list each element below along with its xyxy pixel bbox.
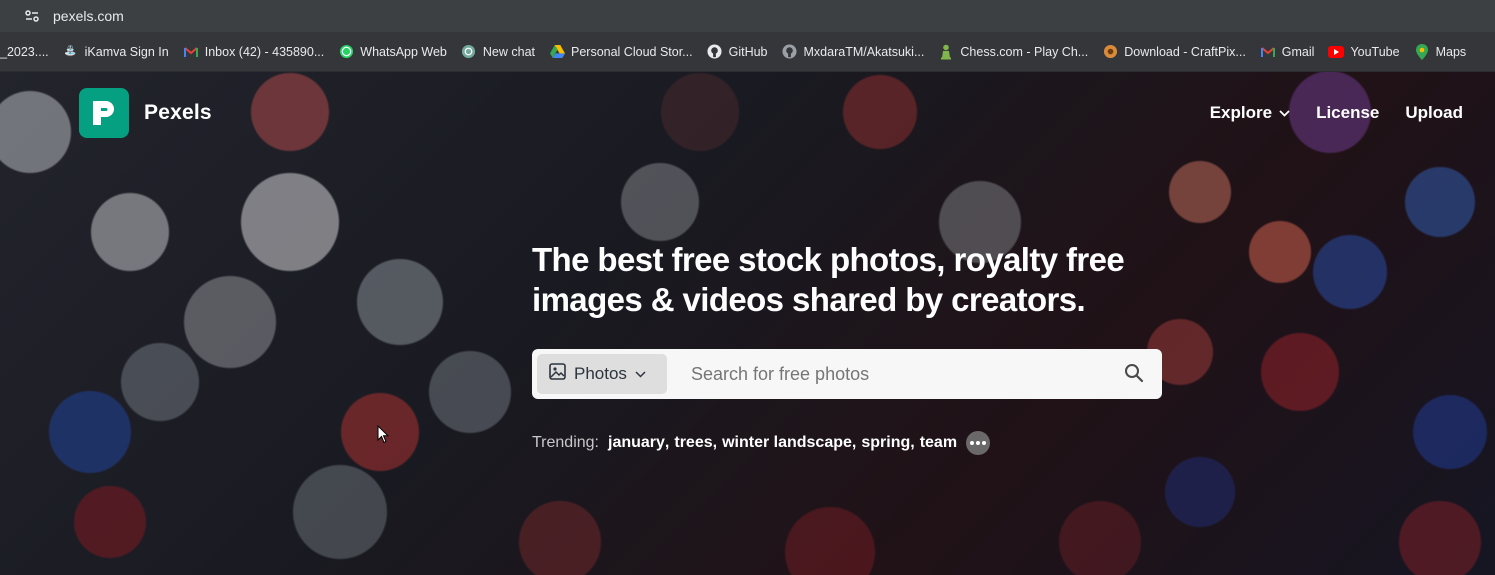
maps-icon	[1414, 43, 1430, 60]
bookmark-label: WhatsApp Web	[360, 44, 447, 59]
tag-separator: ,	[910, 434, 915, 451]
site-info-icon[interactable]	[21, 5, 43, 27]
bookmark-item[interactable]: Download - CraftPix...	[1095, 38, 1253, 66]
url-text[interactable]: pexels.com	[53, 8, 124, 24]
bookmark-item[interactable]: Inbox (42) - 435890...	[176, 38, 332, 66]
bookmark-label: MxdaraTM/Akatsuki...	[803, 44, 925, 59]
search-type-label: Photos	[574, 364, 627, 383]
hero-section: Pexels Explore License Upload The best f…	[0, 72, 1495, 575]
bookmark-label: _2023....	[0, 44, 49, 59]
bookmark-label: Chess.com - Play Ch...	[960, 44, 1089, 59]
chevron-down-icon	[635, 370, 646, 378]
bookmark-label: Personal Cloud Stor...	[571, 44, 693, 59]
search-input[interactable]	[691, 363, 1091, 385]
bookmark-label: New chat	[482, 44, 535, 59]
nav-license[interactable]: License	[1316, 103, 1379, 123]
gmail-icon	[183, 44, 199, 60]
craftpix-icon	[1102, 44, 1118, 60]
address-bar: pexels.com	[0, 0, 1495, 32]
bookmark-label: Gmail	[1281, 44, 1315, 59]
bookmark-item[interactable]: WhatsApp Web	[331, 38, 454, 66]
tag-separator: ,	[664, 434, 670, 451]
github-icon	[707, 44, 723, 60]
trending-tag[interactable]: winter landscape	[722, 434, 852, 452]
trending-tag[interactable]: january	[608, 434, 665, 452]
bookmark-item[interactable]: ⛲ iKamva Sign In	[56, 38, 176, 66]
bookmark-item[interactable]: MxdaraTM/Akatsuki...	[775, 38, 932, 66]
top-nav: Explore License Upload	[1184, 103, 1463, 123]
pexels-logo-icon[interactable]	[79, 88, 129, 138]
bookmark-item[interactable]: _2023....	[0, 38, 56, 66]
nav-upload[interactable]: Upload	[1405, 103, 1463, 123]
bookmark-item[interactable]: Personal Cloud Stor...	[542, 38, 700, 66]
google-drive-icon	[549, 44, 565, 60]
nav-explore[interactable]: Explore	[1210, 103, 1290, 123]
image-icon	[549, 363, 566, 385]
bookmark-label: Inbox (42) - 435890...	[204, 44, 325, 59]
trending-tag[interactable]: trees	[674, 434, 712, 452]
brand-name[interactable]: Pexels	[144, 101, 212, 125]
trending-tag[interactable]: spring	[861, 434, 910, 452]
chess-pawn-icon	[938, 44, 954, 60]
bookmark-label: iKamva Sign In	[84, 44, 169, 59]
bookmark-item[interactable]: GitHub	[700, 38, 775, 66]
bookmark-item[interactable]: Gmail	[1253, 38, 1322, 66]
search-type-dropdown[interactable]: Photos	[537, 354, 667, 394]
mouse-cursor-icon	[377, 424, 390, 449]
bookmark-label: YouTube	[1350, 44, 1400, 59]
bookmark-item[interactable]: YouTube	[1321, 38, 1406, 66]
more-options-icon[interactable]	[966, 431, 991, 455]
tag-separator: ,	[712, 434, 718, 451]
trending-tag[interactable]: team	[920, 434, 957, 452]
gmail-icon	[1260, 44, 1276, 60]
github-icon	[782, 44, 798, 60]
trending-row: Trending: january, trees, winter landsca…	[532, 431, 991, 455]
chatgpt-icon	[461, 44, 477, 60]
bookmark-label: GitHub	[728, 44, 768, 59]
tag-separator: ,	[851, 434, 857, 451]
nav-explore-label: Explore	[1209, 103, 1273, 122]
trending-label: Trending:	[532, 434, 599, 451]
search-bar: Photos	[532, 349, 1162, 399]
ikamva-icon: ⛲	[64, 46, 77, 57]
bookmark-label: Maps	[1435, 44, 1467, 59]
search-icon[interactable]	[1124, 363, 1144, 383]
chevron-down-icon	[1279, 109, 1290, 117]
bookmark-item[interactable]: Maps	[1407, 38, 1474, 66]
bookmark-label: Download - CraftPix...	[1124, 44, 1246, 59]
youtube-icon	[1328, 44, 1345, 60]
bookmarks-bar: _2023.... ⛲ iKamva Sign In Inbox (42) - …	[0, 32, 1495, 72]
hero-headline: The best free stock photos, royalty free…	[532, 241, 1125, 318]
whatsapp-icon	[338, 44, 354, 60]
bookmark-item[interactable]: Chess.com - Play Ch...	[931, 38, 1095, 66]
bookmark-item[interactable]: New chat	[454, 38, 542, 66]
